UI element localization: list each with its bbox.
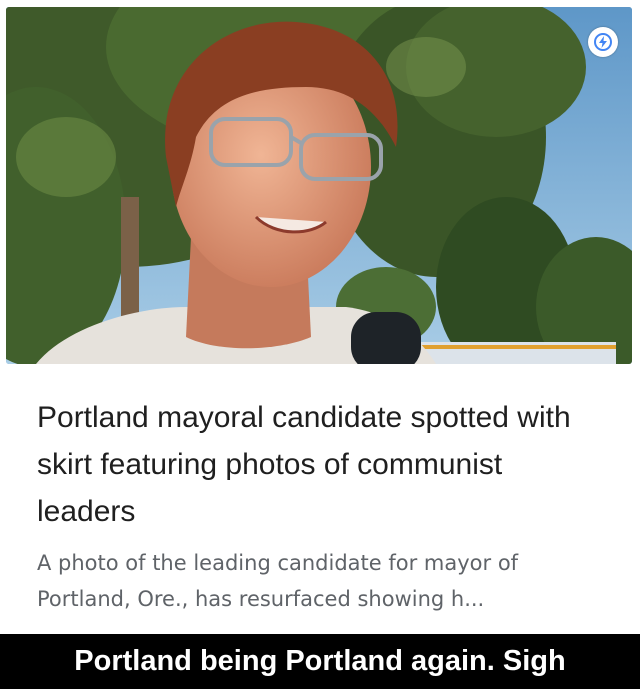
woman-portrait-illustration xyxy=(6,7,632,364)
meme-caption-bar: Portland being Portland again. Sigh xyxy=(0,634,640,689)
news-card[interactable]: Portland mayoral candidate spotted with … xyxy=(0,0,640,634)
meme-caption: Portland being Portland again. Sigh xyxy=(74,645,566,677)
article-photo[interactable] xyxy=(6,7,632,364)
article-headline[interactable]: Portland mayoral candidate spotted with … xyxy=(37,394,607,535)
amp-badge xyxy=(588,27,618,57)
article-snippet: A photo of the leading candidate for may… xyxy=(37,551,519,611)
lightning-bolt-icon xyxy=(594,33,612,51)
